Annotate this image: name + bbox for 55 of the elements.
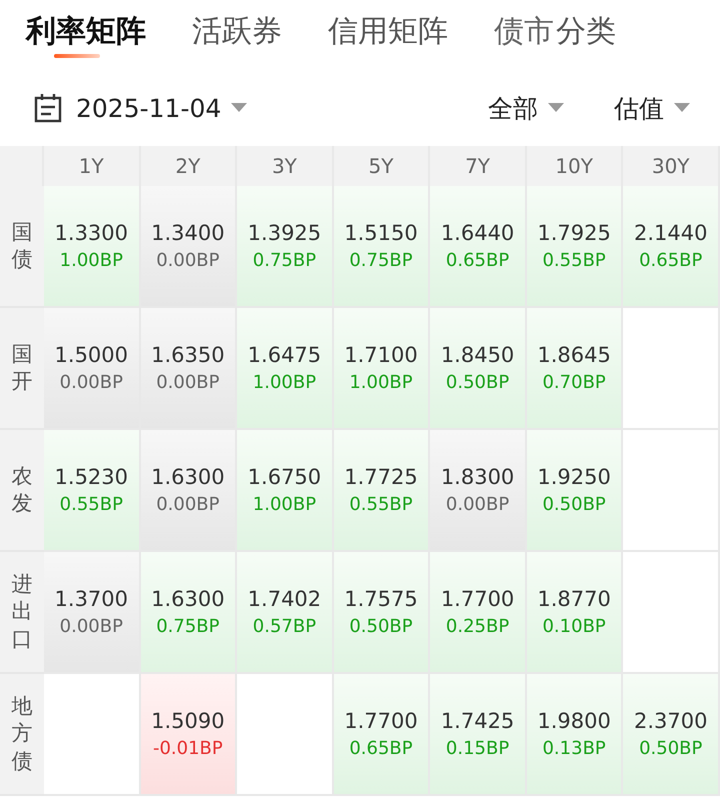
- rate-cell[interactable]: 1.9250 0.50BP: [526, 430, 624, 552]
- column-header: 30Y: [623, 146, 720, 186]
- rate-cell[interactable]: 1.3300 1.00BP: [44, 186, 141, 308]
- rate-cell[interactable]: 1.8450 0.50BP: [430, 308, 527, 430]
- rate-cell[interactable]: 1.7700 0.25BP: [430, 552, 527, 674]
- rate-cell[interactable]: 1.3925 0.75BP: [237, 186, 334, 308]
- column-header: 5Y: [334, 146, 430, 186]
- tab[interactable]: 债市: [494, 0, 554, 52]
- rate-cell[interactable]: 1.3400 0.00BP: [140, 186, 238, 308]
- tab[interactable]: 利率矩阵: [26, 0, 146, 52]
- rate-cell[interactable]: 1.7725 0.55BP: [334, 430, 430, 552]
- column-header: 7Y: [430, 146, 527, 186]
- mode-dropdown[interactable]: 估值: [614, 92, 690, 124]
- rate-cell[interactable]: 2.1440 0.65BP: [623, 186, 720, 308]
- rate-cell[interactable]: 1.6300 0.00BP: [140, 430, 238, 552]
- date-dropdown[interactable]: 2025-11-04: [76, 94, 248, 122]
- rate-cell[interactable]: 1.5090 -0.01BP: [140, 674, 238, 796]
- row-header: 进出口: [0, 552, 44, 674]
- rate-cell[interactable]: 1.9800 0.13BP: [526, 674, 624, 796]
- tab[interactable]: 活跃券: [192, 0, 282, 52]
- rate-cell[interactable]: 1.5000 0.00BP: [44, 308, 141, 430]
- rate-cell[interactable]: 1.7100 1.00BP: [334, 308, 430, 430]
- row-header: 地方债: [0, 674, 44, 796]
- caret-icon: [674, 103, 690, 113]
- tab[interactable]: 分类: [556, 0, 616, 52]
- rate-cell[interactable]: 1.6475 1.00BP: [237, 308, 334, 430]
- column-header: 10Y: [526, 146, 624, 186]
- rate-cell[interactable]: 1.7700 0.65BP: [334, 674, 430, 796]
- caret-icon: [548, 103, 564, 113]
- row-header: 农发: [0, 430, 44, 552]
- rate-cell[interactable]: 1.6750 1.00BP: [237, 430, 334, 552]
- column-header: 1Y: [44, 146, 141, 186]
- rate-cell[interactable]: 1.7402 0.57BP: [237, 552, 334, 674]
- column-header: 3Y: [237, 146, 334, 186]
- row-header: 国债: [0, 186, 44, 308]
- rate-cell[interactable]: 1.7425 0.15BP: [430, 674, 527, 796]
- rate-cell[interactable]: 1.3700 0.00BP: [44, 552, 141, 674]
- rate-cell[interactable]: 1.8645 0.70BP: [526, 308, 624, 430]
- tab[interactable]: 信用矩阵: [328, 0, 448, 52]
- column-header: 2Y: [140, 146, 238, 186]
- rate-cell[interactable]: 1.7575 0.50BP: [334, 552, 430, 674]
- rate-cell[interactable]: 1.5230 0.55BP: [44, 430, 141, 552]
- rate-cell[interactable]: 1.6300 0.75BP: [140, 552, 238, 674]
- rate-cell[interactable]: 1.6440 0.65BP: [430, 186, 527, 308]
- rate-cell[interactable]: 1.7925 0.55BP: [526, 186, 624, 308]
- rate-cell[interactable]: 1.6350 0.00BP: [140, 308, 238, 430]
- calendar-icon: [34, 93, 62, 123]
- rate-cell[interactable]: 1.8770 0.10BP: [526, 552, 624, 674]
- rate-cell[interactable]: 1.8300 0.00BP: [430, 430, 527, 552]
- rate-cell[interactable]: 1.5150 0.75BP: [334, 186, 430, 308]
- rate-cell[interactable]: 2.3700 0.50BP: [623, 674, 720, 796]
- row-header: 国开: [0, 308, 44, 430]
- tab-indicator: [54, 54, 100, 58]
- caret-icon: [231, 103, 248, 113]
- filter-dropdown[interactable]: 全部: [488, 92, 564, 124]
